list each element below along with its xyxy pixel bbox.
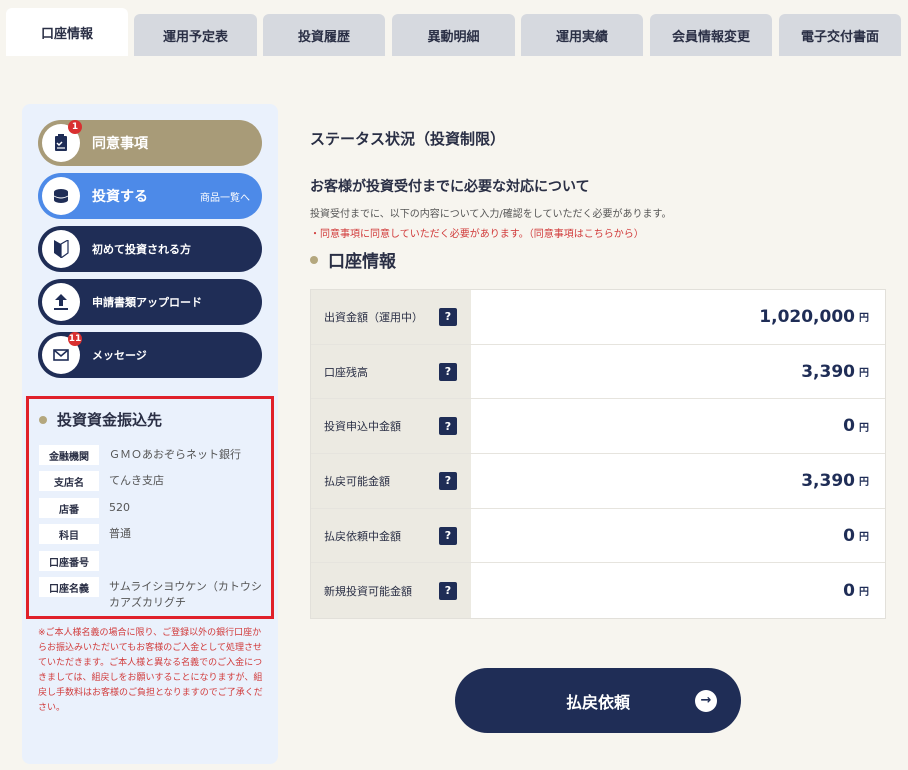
tab-account-info[interactable]: 口座情報 <box>6 8 128 56</box>
requirement-title: お客様が投資受付までに必要な対応について <box>310 179 590 195</box>
notification-badge: 1 <box>68 120 82 134</box>
transfer-row: 口座番号 <box>39 551 265 571</box>
amount-value: 3,390 <box>801 470 855 491</box>
amount-value: 0 <box>843 580 855 601</box>
transfer-destination-panel: 投資資金振込先 金融機関 ＧＭＯあおぞらネット銀行 支店名 てんき支店 店番 5… <box>26 396 274 619</box>
account-table: 出資金額（運用中）? 1,020,000 円 口座残高? 3,390 円 投資申込中… <box>310 289 886 620</box>
table-row: 出資金額（運用中）? 1,020,000 円 <box>311 290 885 345</box>
mail-icon: 11 <box>42 332 82 374</box>
consent-button[interactable]: 1 同意事項 <box>38 120 262 166</box>
requirement-description: 投資受付までに、以下の内容について入力/確認をしていただく必要があります。 <box>310 209 672 220</box>
help-icon[interactable]: ? <box>439 581 457 600</box>
account-info-title: 口座情報 <box>310 247 396 272</box>
invest-button[interactable]: 投資する 商品一覧へ <box>38 173 262 219</box>
table-row: 払戻依頼中金額? 0円 <box>311 508 885 564</box>
status-title: ステータス状況（投資制限） <box>310 130 506 148</box>
consent-link[interactable]: ・同意事項に同意していただく必要があります。（同意事項はこちらから） <box>310 225 644 240</box>
table-row: 投資申込中金額? 0円 <box>311 399 885 455</box>
help-icon[interactable]: ? <box>439 307 457 326</box>
transfer-row: 科目 普通 <box>39 524 265 544</box>
clipboard-icon: 1 <box>42 120 82 162</box>
table-row: 新規投資可能金額? 0円 <box>311 563 885 619</box>
coins-icon <box>42 177 80 215</box>
tab-investment-history[interactable]: 投資履歴 <box>263 14 385 56</box>
arrow-right-icon: → <box>695 689 717 712</box>
table-row: 口座残高? 3,390 円 <box>311 344 885 400</box>
product-list-link[interactable]: 商品一覧へ <box>200 189 250 204</box>
document-upload-button[interactable]: 申請書類アップロード <box>38 279 262 325</box>
tab-transactions[interactable]: 異動明細 <box>392 14 515 56</box>
transfer-row: 金融機関 ＧＭＯあおぞらネット銀行 <box>39 445 265 465</box>
table-row: 払戻可能金額? 3,390 円 <box>311 454 885 509</box>
help-icon[interactable]: ? <box>439 362 457 381</box>
upload-icon <box>42 283 80 321</box>
transfer-row: 口座名義 サムライシヨウケン（カトウシカアズカリグチ <box>39 577 265 611</box>
bullet-icon <box>39 415 47 424</box>
beginner-mark-icon <box>42 230 80 268</box>
refund-request-button[interactable]: 払戻依頼 → <box>455 668 741 733</box>
tab-schedule[interactable]: 運用予定表 <box>134 14 257 56</box>
amount-value: 0 <box>843 525 855 546</box>
tab-e-documents[interactable]: 電子交付書面 <box>779 14 901 56</box>
notification-badge: 11 <box>68 332 82 346</box>
tab-performance[interactable]: 運用実績 <box>521 14 643 56</box>
amount-value: 3,390 <box>801 361 855 382</box>
amount-value: 0 <box>843 416 855 437</box>
transfer-row: 支店名 てんき支店 <box>39 471 265 491</box>
help-icon[interactable]: ? <box>439 471 457 490</box>
help-icon[interactable]: ? <box>439 417 457 436</box>
sidebar: 1 同意事項 投資する 商品一覧へ 初めて投資される方 申請書類アップロード 1… <box>22 104 278 764</box>
transfer-row: 店番 520 <box>39 498 265 518</box>
amount-value: 1,020,000 <box>759 306 855 327</box>
first-time-investor-button[interactable]: 初めて投資される方 <box>38 226 262 272</box>
bullet-icon <box>310 255 318 264</box>
tab-member-info[interactable]: 会員情報変更 <box>650 14 772 56</box>
transfer-note: ※ご本人様名義の場合に限り、ご登録以外の銀行口座からお振込みいただいてもお客様の… <box>38 628 263 713</box>
transfer-title: 投資資金振込先 <box>39 409 162 430</box>
help-icon[interactable]: ? <box>439 526 457 545</box>
tab-bar: 口座情報 運用予定表 投資履歴 異動明細 運用実績 会員情報変更 電子交付書面 <box>6 8 908 56</box>
message-button[interactable]: 11 メッセージ <box>38 332 262 378</box>
